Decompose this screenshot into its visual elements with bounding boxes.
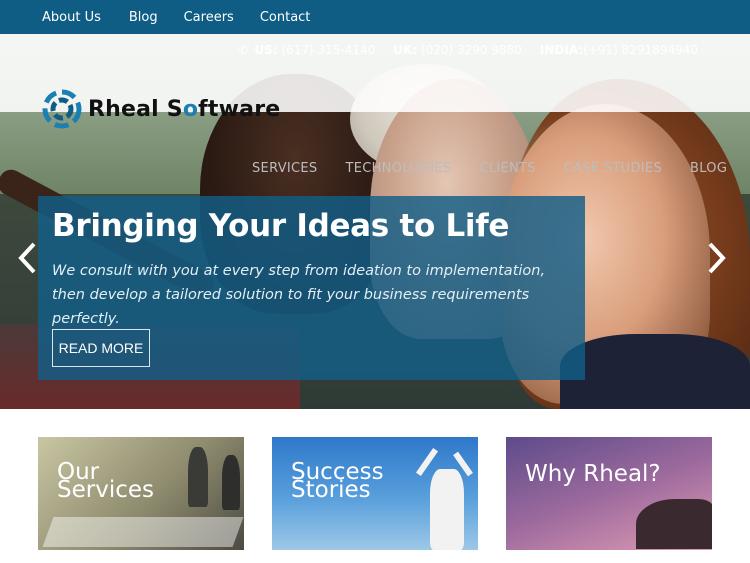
- logo-text: Rheal Software: [88, 96, 281, 122]
- card-label: Success Stories: [291, 459, 384, 503]
- page: About Us Blog Careers Contact ✆ US: (617…: [0, 0, 750, 563]
- card-label: Our Services: [57, 459, 154, 503]
- card-image-person: [188, 447, 208, 507]
- top-bar: About Us Blog Careers Contact: [0, 0, 750, 34]
- slider-prev-button[interactable]: [12, 238, 42, 278]
- chevron-right-icon: [708, 242, 726, 274]
- phone-india: INDIA:(+91) 8291894940: [539, 43, 698, 57]
- card-image-rock: [636, 499, 712, 549]
- hero-subtitle: We consult with you at every step from i…: [52, 263, 546, 327]
- read-more-button[interactable]: READ MORE: [52, 329, 150, 367]
- card-image-table: [42, 517, 244, 547]
- chevron-left-icon: [18, 242, 36, 274]
- phone-us: US: (617) 315-4140: [254, 43, 376, 57]
- slider-next-button[interactable]: [702, 238, 732, 278]
- phone-us-number: (617) 315-4140: [281, 43, 376, 57]
- nav-about-us[interactable]: About Us: [42, 10, 101, 25]
- nav-contact[interactable]: Contact: [260, 10, 311, 25]
- hero-title: Bringing Your Ideas to Life: [52, 208, 510, 244]
- card-label: Why Rheal?: [525, 461, 661, 487]
- card-image-person: [430, 469, 464, 550]
- card-our-services[interactable]: Our Services: [38, 437, 244, 550]
- top-nav: About Us Blog Careers Contact: [42, 0, 336, 34]
- main-nav: SERVICES TECHNOLOGIES CLIENTS CASE STUDI…: [252, 161, 727, 176]
- main-nav-case-studies[interactable]: CASE STUDIES: [564, 161, 662, 176]
- main-nav-technologies[interactable]: TECHNOLOGIES: [345, 161, 451, 176]
- main-nav-clients[interactable]: CLIENTS: [479, 161, 535, 176]
- phone-icon: ✆: [238, 43, 249, 57]
- contact-numbers: ✆ US: (617) 315-4140 UK: (020) 3290 9880…: [238, 43, 698, 57]
- phone-uk-number: (020) 3290 9880: [420, 43, 522, 57]
- main-nav-blog[interactable]: BLOG: [690, 161, 727, 176]
- hero-jacket: [560, 334, 750, 409]
- card-success-stories[interactable]: Success Stories: [272, 437, 478, 550]
- main-nav-services[interactable]: SERVICES: [252, 161, 317, 176]
- nav-blog[interactable]: Blog: [129, 10, 158, 25]
- phone-india-number: (+91) 8291894940: [583, 43, 698, 57]
- card-image-person: [222, 455, 240, 510]
- card-why-rheal[interactable]: Why Rheal?: [506, 437, 712, 550]
- hero-caption: Bringing Your Ideas to Life We consult w…: [38, 196, 585, 380]
- logo-mark-icon: [42, 89, 82, 129]
- phone-uk: UK: (020) 3290 9880: [393, 43, 522, 57]
- logo[interactable]: Rheal Software: [42, 89, 280, 129]
- nav-careers[interactable]: Careers: [184, 10, 234, 25]
